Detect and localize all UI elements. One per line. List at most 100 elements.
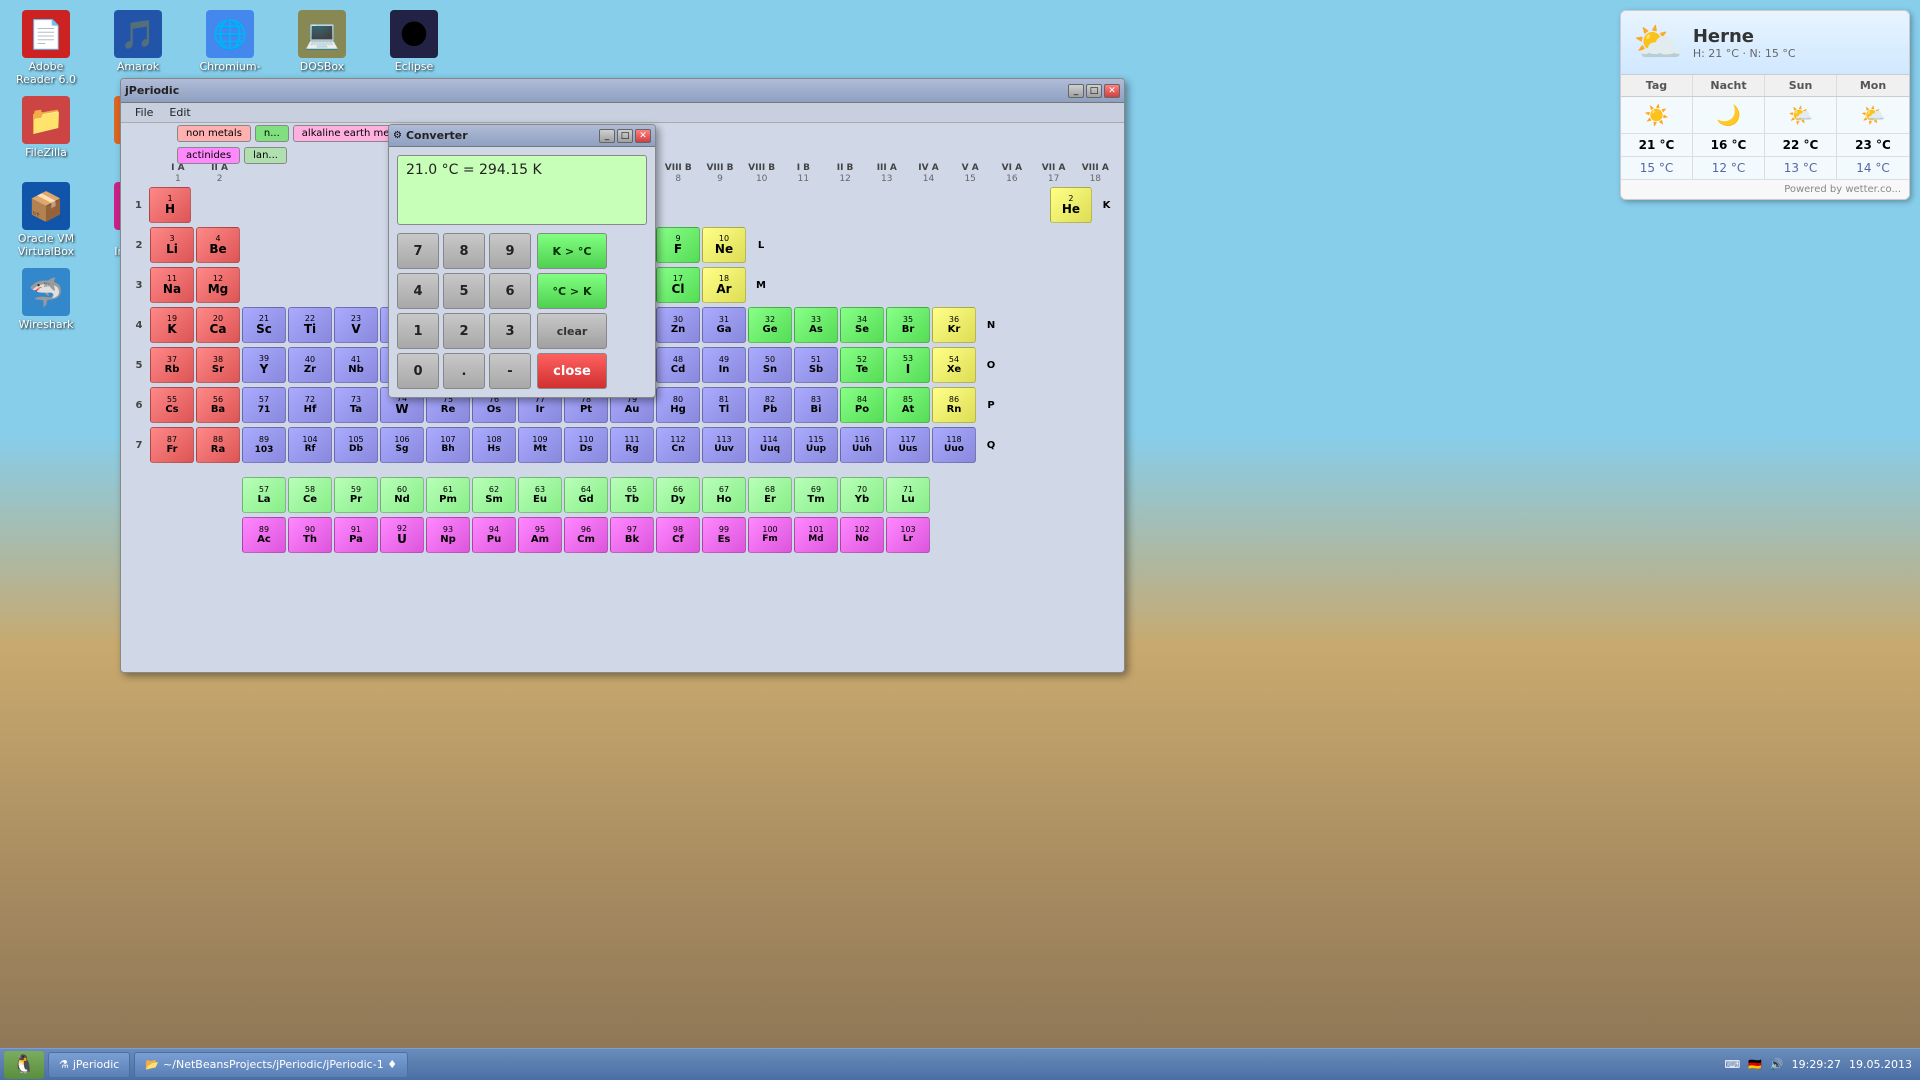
element-Eu[interactable]: 63Eu [518, 477, 562, 513]
element-Li[interactable]: 3Li [150, 227, 194, 263]
element-Se[interactable]: 34Se [840, 307, 884, 343]
element-Ti[interactable]: 22Ti [288, 307, 332, 343]
element-Tl[interactable]: 81Tl [702, 387, 746, 423]
icon-virtualbox[interactable]: 📦 Oracle VMVirtualBox [10, 182, 82, 258]
element-Bh[interactable]: 107Bh [426, 427, 470, 463]
element-Uuq[interactable]: 114Uuq [748, 427, 792, 463]
edit-menu[interactable]: Edit [161, 104, 198, 121]
element-Zn[interactable]: 30Zn [656, 307, 700, 343]
converter-maximize[interactable]: □ [617, 129, 633, 143]
jperiodic-titlebar[interactable]: jPeriodic _ □ ✕ [121, 79, 1124, 103]
element-Bi[interactable]: 83Bi [794, 387, 838, 423]
btn-0[interactable]: 0 [397, 353, 439, 389]
element-La[interactable]: 57La [242, 477, 286, 513]
element-Fm[interactable]: 100Fm [748, 517, 792, 553]
element-As[interactable]: 33As [794, 307, 838, 343]
element-Tb[interactable]: 65Tb [610, 477, 654, 513]
element-Sb[interactable]: 51Sb [794, 347, 838, 383]
element-Th[interactable]: 90Th [288, 517, 332, 553]
legend-actinides[interactable]: actinides [177, 147, 240, 164]
element-Sc[interactable]: 21Sc [242, 307, 286, 343]
element-Ga[interactable]: 31Ga [702, 307, 746, 343]
element-Br[interactable]: 35Br [886, 307, 930, 343]
element-Sm[interactable]: 62Sm [472, 477, 516, 513]
btn-clear[interactable]: clear [537, 313, 607, 349]
start-button[interactable]: 🐧 [4, 1051, 44, 1079]
element-Ba[interactable]: 56Ba [196, 387, 240, 423]
element-Md[interactable]: 101Md [794, 517, 838, 553]
element-Uuh[interactable]: 116Uuh [840, 427, 884, 463]
icon-dosbox[interactable]: 💻 DOSBox [286, 10, 358, 86]
close-button[interactable]: ✕ [1104, 84, 1120, 98]
icon-filezilla[interactable]: 📁 FileZilla [10, 96, 82, 172]
element-Nd[interactable]: 60Nd [380, 477, 424, 513]
element-H[interactable]: 1H [149, 187, 191, 223]
btn-2[interactable]: 2 [443, 313, 485, 349]
icon-chromium[interactable]: 🌐 Chromium- [194, 10, 266, 86]
element-Kr[interactable]: 36Kr [932, 307, 976, 343]
legend-tab2[interactable]: n... [255, 125, 289, 142]
element-Pr[interactable]: 59Pr [334, 477, 378, 513]
element-Np[interactable]: 93Np [426, 517, 470, 553]
icon-eclipse[interactable]: 🌑 Eclipse [378, 10, 450, 86]
element-In[interactable]: 49In [702, 347, 746, 383]
element-Am[interactable]: 95Am [518, 517, 562, 553]
element-Rg[interactable]: 111Rg [610, 427, 654, 463]
element-At[interactable]: 85At [886, 387, 930, 423]
element-Cm[interactable]: 96Cm [564, 517, 608, 553]
element-Hf[interactable]: 72Hf [288, 387, 332, 423]
element-Rf[interactable]: 104Rf [288, 427, 332, 463]
taskbar-netbeans[interactable]: 📂 ~/NetBeansProjects/jPeriodic/jPeriodic… [134, 1052, 408, 1078]
element-Rb[interactable]: 37Rb [150, 347, 194, 383]
element-Bk[interactable]: 97Bk [610, 517, 654, 553]
element-Mg[interactable]: 12Mg [196, 267, 240, 303]
btn-minus[interactable]: - [489, 353, 531, 389]
element-Ds[interactable]: 110Ds [564, 427, 608, 463]
btn-dot[interactable]: . [443, 353, 485, 389]
element-Ra[interactable]: 88Ra [196, 427, 240, 463]
maximize-button[interactable]: □ [1086, 84, 1102, 98]
converter-titlebar[interactable]: ⚙ Converter _ □ ✕ [389, 125, 655, 147]
element-Y[interactable]: 39Y [242, 347, 286, 383]
file-menu[interactable]: File [127, 104, 161, 121]
element-Sr[interactable]: 38Sr [196, 347, 240, 383]
btn-4[interactable]: 4 [397, 273, 439, 309]
element-Zr[interactable]: 40Zr [288, 347, 332, 383]
element-Pu[interactable]: 94Pu [472, 517, 516, 553]
element-He[interactable]: 2He [1050, 187, 1092, 223]
element-Po[interactable]: 84Po [840, 387, 884, 423]
element-Xe[interactable]: 54Xe [932, 347, 976, 383]
element-Sn[interactable]: 50Sn [748, 347, 792, 383]
element-Cl[interactable]: 17Cl [656, 267, 700, 303]
element-Ca[interactable]: 20Ca [196, 307, 240, 343]
element-Ta[interactable]: 73Ta [334, 387, 378, 423]
element-Ac[interactable]: 89Ac [242, 517, 286, 553]
element-Cn[interactable]: 112Cn [656, 427, 700, 463]
converter-close[interactable]: ✕ [635, 129, 651, 143]
element-Ce[interactable]: 58Ce [288, 477, 332, 513]
element-Tm[interactable]: 69Tm [794, 477, 838, 513]
element-K[interactable]: 19K [150, 307, 194, 343]
btn-5[interactable]: 5 [443, 273, 485, 309]
btn-k-to-c[interactable]: K > °C [537, 233, 607, 269]
element-Mt[interactable]: 109Mt [518, 427, 562, 463]
btn-7[interactable]: 7 [397, 233, 439, 269]
element-Uup[interactable]: 115Uup [794, 427, 838, 463]
element-Nb[interactable]: 41Nb [334, 347, 378, 383]
minimize-button[interactable]: _ [1068, 84, 1084, 98]
icon-adobe[interactable]: 📄 AdobeReader 6.0 [10, 10, 82, 86]
icon-amarok[interactable]: 🎵 Amarok [102, 10, 174, 86]
element-Pa[interactable]: 91Pa [334, 517, 378, 553]
element-Hs[interactable]: 108Hs [472, 427, 516, 463]
element-La57-71[interactable]: 5771 [242, 387, 286, 423]
element-Er[interactable]: 68Er [748, 477, 792, 513]
element-Ho[interactable]: 67Ho [702, 477, 746, 513]
btn-8[interactable]: 8 [443, 233, 485, 269]
element-Te[interactable]: 52Te [840, 347, 884, 383]
element-Ne[interactable]: 10Ne [702, 227, 746, 263]
element-Yb[interactable]: 70Yb [840, 477, 884, 513]
element-Pm[interactable]: 61Pm [426, 477, 470, 513]
btn-1[interactable]: 1 [397, 313, 439, 349]
element-Ar[interactable]: 18Ar [702, 267, 746, 303]
btn-3[interactable]: 3 [489, 313, 531, 349]
